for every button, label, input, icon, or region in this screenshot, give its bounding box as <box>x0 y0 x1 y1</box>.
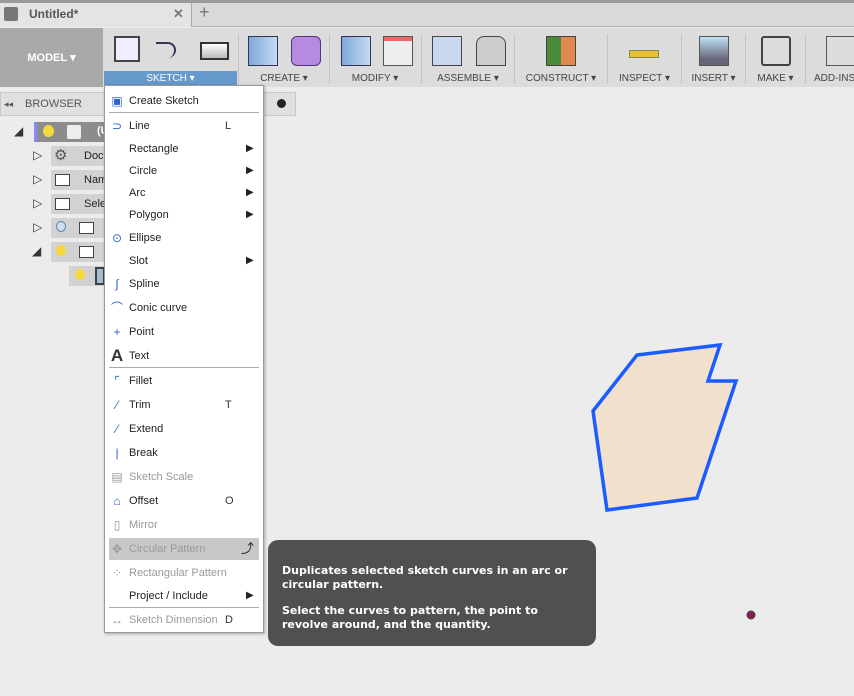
break-icon: | <box>115 446 119 460</box>
create-sketch-icon: ▣ <box>111 94 123 108</box>
menu-item-arc[interactable]: Arc ▶ <box>105 182 263 204</box>
menu-item-slot[interactable]: Slot ▶ <box>105 250 263 272</box>
menu-item-label: Circular Pattern <box>129 543 206 555</box>
menu-item-label: Arc <box>129 187 146 199</box>
fillet-icon: ⌜ <box>114 374 120 388</box>
menu-item-mirror[interactable]: ▯ Mirror <box>105 514 263 536</box>
mirror-icon: ▯ <box>113 518 121 532</box>
submenu-arrow-icon: ▶ <box>246 165 254 176</box>
offset-icon: ⌂ <box>113 494 121 508</box>
tooltip-instructions: Select the curves to pattern, the point … <box>282 604 538 631</box>
circular-pattern-icon: ✥ <box>111 542 123 556</box>
menu-item-label: Line <box>129 120 150 132</box>
menu-item-sketch-scale[interactable]: ▤ Sketch Scale <box>105 466 263 488</box>
menu-item-label: Ellipse <box>129 232 162 244</box>
conic-curve-icon: ⌒ <box>110 301 123 315</box>
menu-item-label: Extend <box>129 423 164 435</box>
sketch-point[interactable] <box>746 610 756 620</box>
extend-icon: ⁄ <box>115 422 118 436</box>
text-icon: A <box>110 346 124 365</box>
line-icon: ⊃ <box>111 119 123 133</box>
menu-item-label: Sketch Scale <box>129 471 194 483</box>
menu-item-label: Rectangular Pattern <box>129 567 227 579</box>
menu-item-ellipse[interactable]: ⊙ Ellipse <box>105 227 263 249</box>
menu-item-label: Circle <box>129 165 158 177</box>
trim-icon: ⁄ <box>115 398 118 412</box>
sketch-profile[interactable] <box>591 342 739 512</box>
spline-icon: ∫ <box>115 277 119 291</box>
sketch-dropdown-menu: ▣ Create Sketch ⊃ Line L Rectangle ▶ Circle ▶ Arc… <box>104 85 264 633</box>
menu-item-trim[interactable]: ⁄ Trim T <box>105 394 263 416</box>
menu-item-break[interactable]: | Break <box>105 442 263 464</box>
menu-item-project-include[interactable]: Project / Include ▶ <box>105 585 263 607</box>
menu-item-fillet[interactable]: ⌜ Fillet <box>105 370 263 392</box>
sketch-dimension-icon: ↔ <box>111 613 123 627</box>
submenu-arrow-icon: ▶ <box>246 143 254 154</box>
menu-item-spline[interactable]: ∫ Spline <box>105 273 263 295</box>
menu-item-label: Slot <box>129 255 148 267</box>
menu-item-label: Fillet <box>129 375 153 387</box>
menu-item-label: Project / Include <box>129 590 208 602</box>
menu-item-label: Create Sketch <box>129 95 199 107</box>
menu-item-create-sketch[interactable]: ▣ Create Sketch <box>105 90 263 112</box>
menu-item-extend[interactable]: ⁄ Extend <box>105 418 263 440</box>
tooltip-description: Duplicates selected sketch curves in an … <box>282 564 568 591</box>
menu-separator <box>109 607 259 608</box>
menu-item-label: Text <box>129 350 150 362</box>
menu-item-circular-pattern[interactable]: ✥ Circular Pattern ⤴ <box>109 538 259 560</box>
menu-item-label: Spline <box>129 278 160 290</box>
submenu-arrow-icon: ▶ <box>246 187 254 198</box>
sketch-scale-icon: ▤ <box>111 470 123 484</box>
menu-item-label: Offset <box>129 495 159 507</box>
submenu-arrow-icon: ▶ <box>246 255 254 266</box>
submenu-arrow-icon: ▶ <box>246 209 254 220</box>
menu-item-polygon[interactable]: Polygon ▶ <box>105 204 263 226</box>
menu-item-label: Sketch Dimension <box>129 614 218 626</box>
menu-separator <box>109 367 259 368</box>
shortcut-key: T <box>225 399 232 411</box>
shortcut-key: L <box>225 120 232 132</box>
shortcut-key: D <box>225 614 233 626</box>
menu-item-label: Rectangle <box>129 143 179 155</box>
shortcut-key: O <box>225 495 234 507</box>
tooltip: Duplicates selected sketch curves in an … <box>268 540 596 646</box>
menu-item-label: Break <box>129 447 158 459</box>
menu-item-offset[interactable]: ⌂ Offset O <box>105 490 263 512</box>
menu-item-rectangle[interactable]: Rectangle ▶ <box>105 138 263 160</box>
point-icon: + <box>113 325 121 339</box>
menu-item-conic-curve[interactable]: ⌒ Conic curve <box>105 297 263 319</box>
rectangular-pattern-icon: ⁘ <box>111 566 123 580</box>
menu-item-label: Trim <box>129 399 151 411</box>
menu-item-label: Point <box>129 326 155 338</box>
menu-item-label: Conic curve <box>129 302 188 314</box>
menu-item-circle[interactable]: Circle ▶ <box>105 160 263 182</box>
ellipse-icon: ⊙ <box>111 231 123 245</box>
menu-separator <box>109 112 259 113</box>
menu-item-text[interactable]: A Text <box>105 345 263 367</box>
menu-item-label: Polygon <box>129 209 169 221</box>
submenu-arrow-icon: ▶ <box>246 590 254 601</box>
menu-item-label: Mirror <box>129 519 158 531</box>
pin-to-toolbar-icon[interactable]: ⤴ <box>241 538 254 560</box>
menu-item-point[interactable]: + Point <box>105 321 263 343</box>
menu-item-sketch-dimension[interactable]: ↔ Sketch Dimension D <box>105 609 263 631</box>
menu-item-rectangular-pattern[interactable]: ⁘ Rectangular Pattern <box>105 562 263 584</box>
menu-item-line[interactable]: ⊃ Line L <box>105 115 263 137</box>
